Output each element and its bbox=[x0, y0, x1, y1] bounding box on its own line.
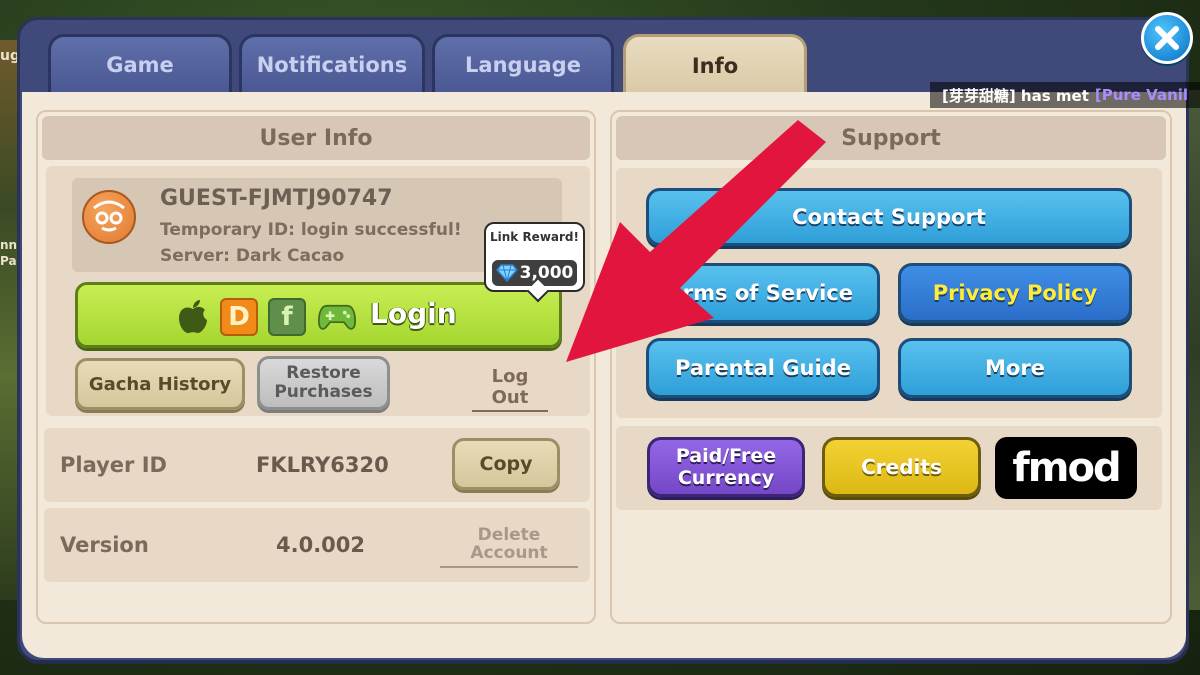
game-background-right bbox=[1184, 90, 1200, 610]
crystal-icon bbox=[495, 264, 518, 282]
credits-button[interactable]: Credits bbox=[822, 437, 981, 497]
link-reward-title: Link Reward! bbox=[489, 230, 579, 244]
login-button[interactable]: D f Login bbox=[75, 282, 562, 348]
copy-button[interactable]: Copy bbox=[452, 438, 560, 490]
server-name: Server: Dark Cacao bbox=[160, 246, 345, 266]
user-name: GUEST-FJMTJ90747 bbox=[160, 186, 393, 211]
tab-info[interactable]: Info bbox=[623, 34, 807, 94]
gacha-history-button[interactable]: Gacha History bbox=[75, 358, 245, 410]
player-id-label: Player ID bbox=[60, 453, 167, 477]
log-out-link[interactable]: Log Out bbox=[472, 366, 548, 412]
more-button[interactable]: More bbox=[898, 338, 1132, 398]
facebook-icon: f bbox=[268, 298, 306, 336]
link-reward-amount-box: 3,000 bbox=[492, 260, 577, 286]
d-icon: D bbox=[220, 298, 258, 336]
gamepad-icon bbox=[318, 298, 356, 336]
login-label: Login bbox=[370, 297, 457, 330]
version-value: 4.0.002 bbox=[276, 533, 366, 557]
fmod-logo: fmod bbox=[1012, 445, 1121, 491]
chat-ticker: [芽芽甜糖] has met [Pure Vanil bbox=[930, 82, 1200, 108]
temporary-id: Temporary ID: login successful! bbox=[160, 220, 462, 240]
paid-free-currency-button[interactable]: Paid/Free Currency bbox=[647, 437, 805, 497]
chat-message: [芽芽甜糖] has met bbox=[942, 86, 1089, 105]
chat-highlight: [Pure Vanil bbox=[1094, 86, 1189, 104]
avatar bbox=[82, 190, 136, 244]
link-reward-tooltip: Link Reward! 3,000 bbox=[484, 222, 585, 292]
restore-purchases-button[interactable]: Restore Purchases bbox=[257, 356, 390, 410]
background-text: ug bbox=[0, 48, 20, 64]
link-reward-amount: 3,000 bbox=[519, 263, 574, 283]
contact-support-button[interactable]: Contact Support bbox=[646, 188, 1132, 246]
background-text: nni bbox=[0, 238, 22, 252]
game-background-left bbox=[0, 40, 22, 600]
support-header: Support bbox=[616, 116, 1166, 160]
tab-notifications[interactable]: Notifications bbox=[239, 34, 425, 92]
tab-language[interactable]: Language bbox=[432, 34, 614, 92]
terms-of-service-button[interactable]: rms of Service bbox=[646, 263, 880, 323]
cookie-face-icon bbox=[93, 200, 125, 232]
delete-account-link[interactable]: Delete Account bbox=[440, 526, 578, 568]
background-text: Pa bbox=[0, 254, 17, 268]
fmod-logo-button[interactable]: fmod bbox=[995, 437, 1137, 499]
close-icon bbox=[1155, 26, 1179, 50]
user-info-header: User Info bbox=[42, 116, 590, 160]
parental-guide-button[interactable]: Parental Guide bbox=[646, 338, 880, 398]
player-id-value: FKLRY6320 bbox=[256, 453, 389, 477]
close-button[interactable] bbox=[1141, 12, 1193, 64]
tab-game[interactable]: Game bbox=[48, 34, 232, 92]
apple-icon bbox=[174, 298, 212, 336]
privacy-policy-button[interactable]: Privacy Policy bbox=[898, 263, 1132, 323]
version-label: Version bbox=[60, 533, 149, 557]
